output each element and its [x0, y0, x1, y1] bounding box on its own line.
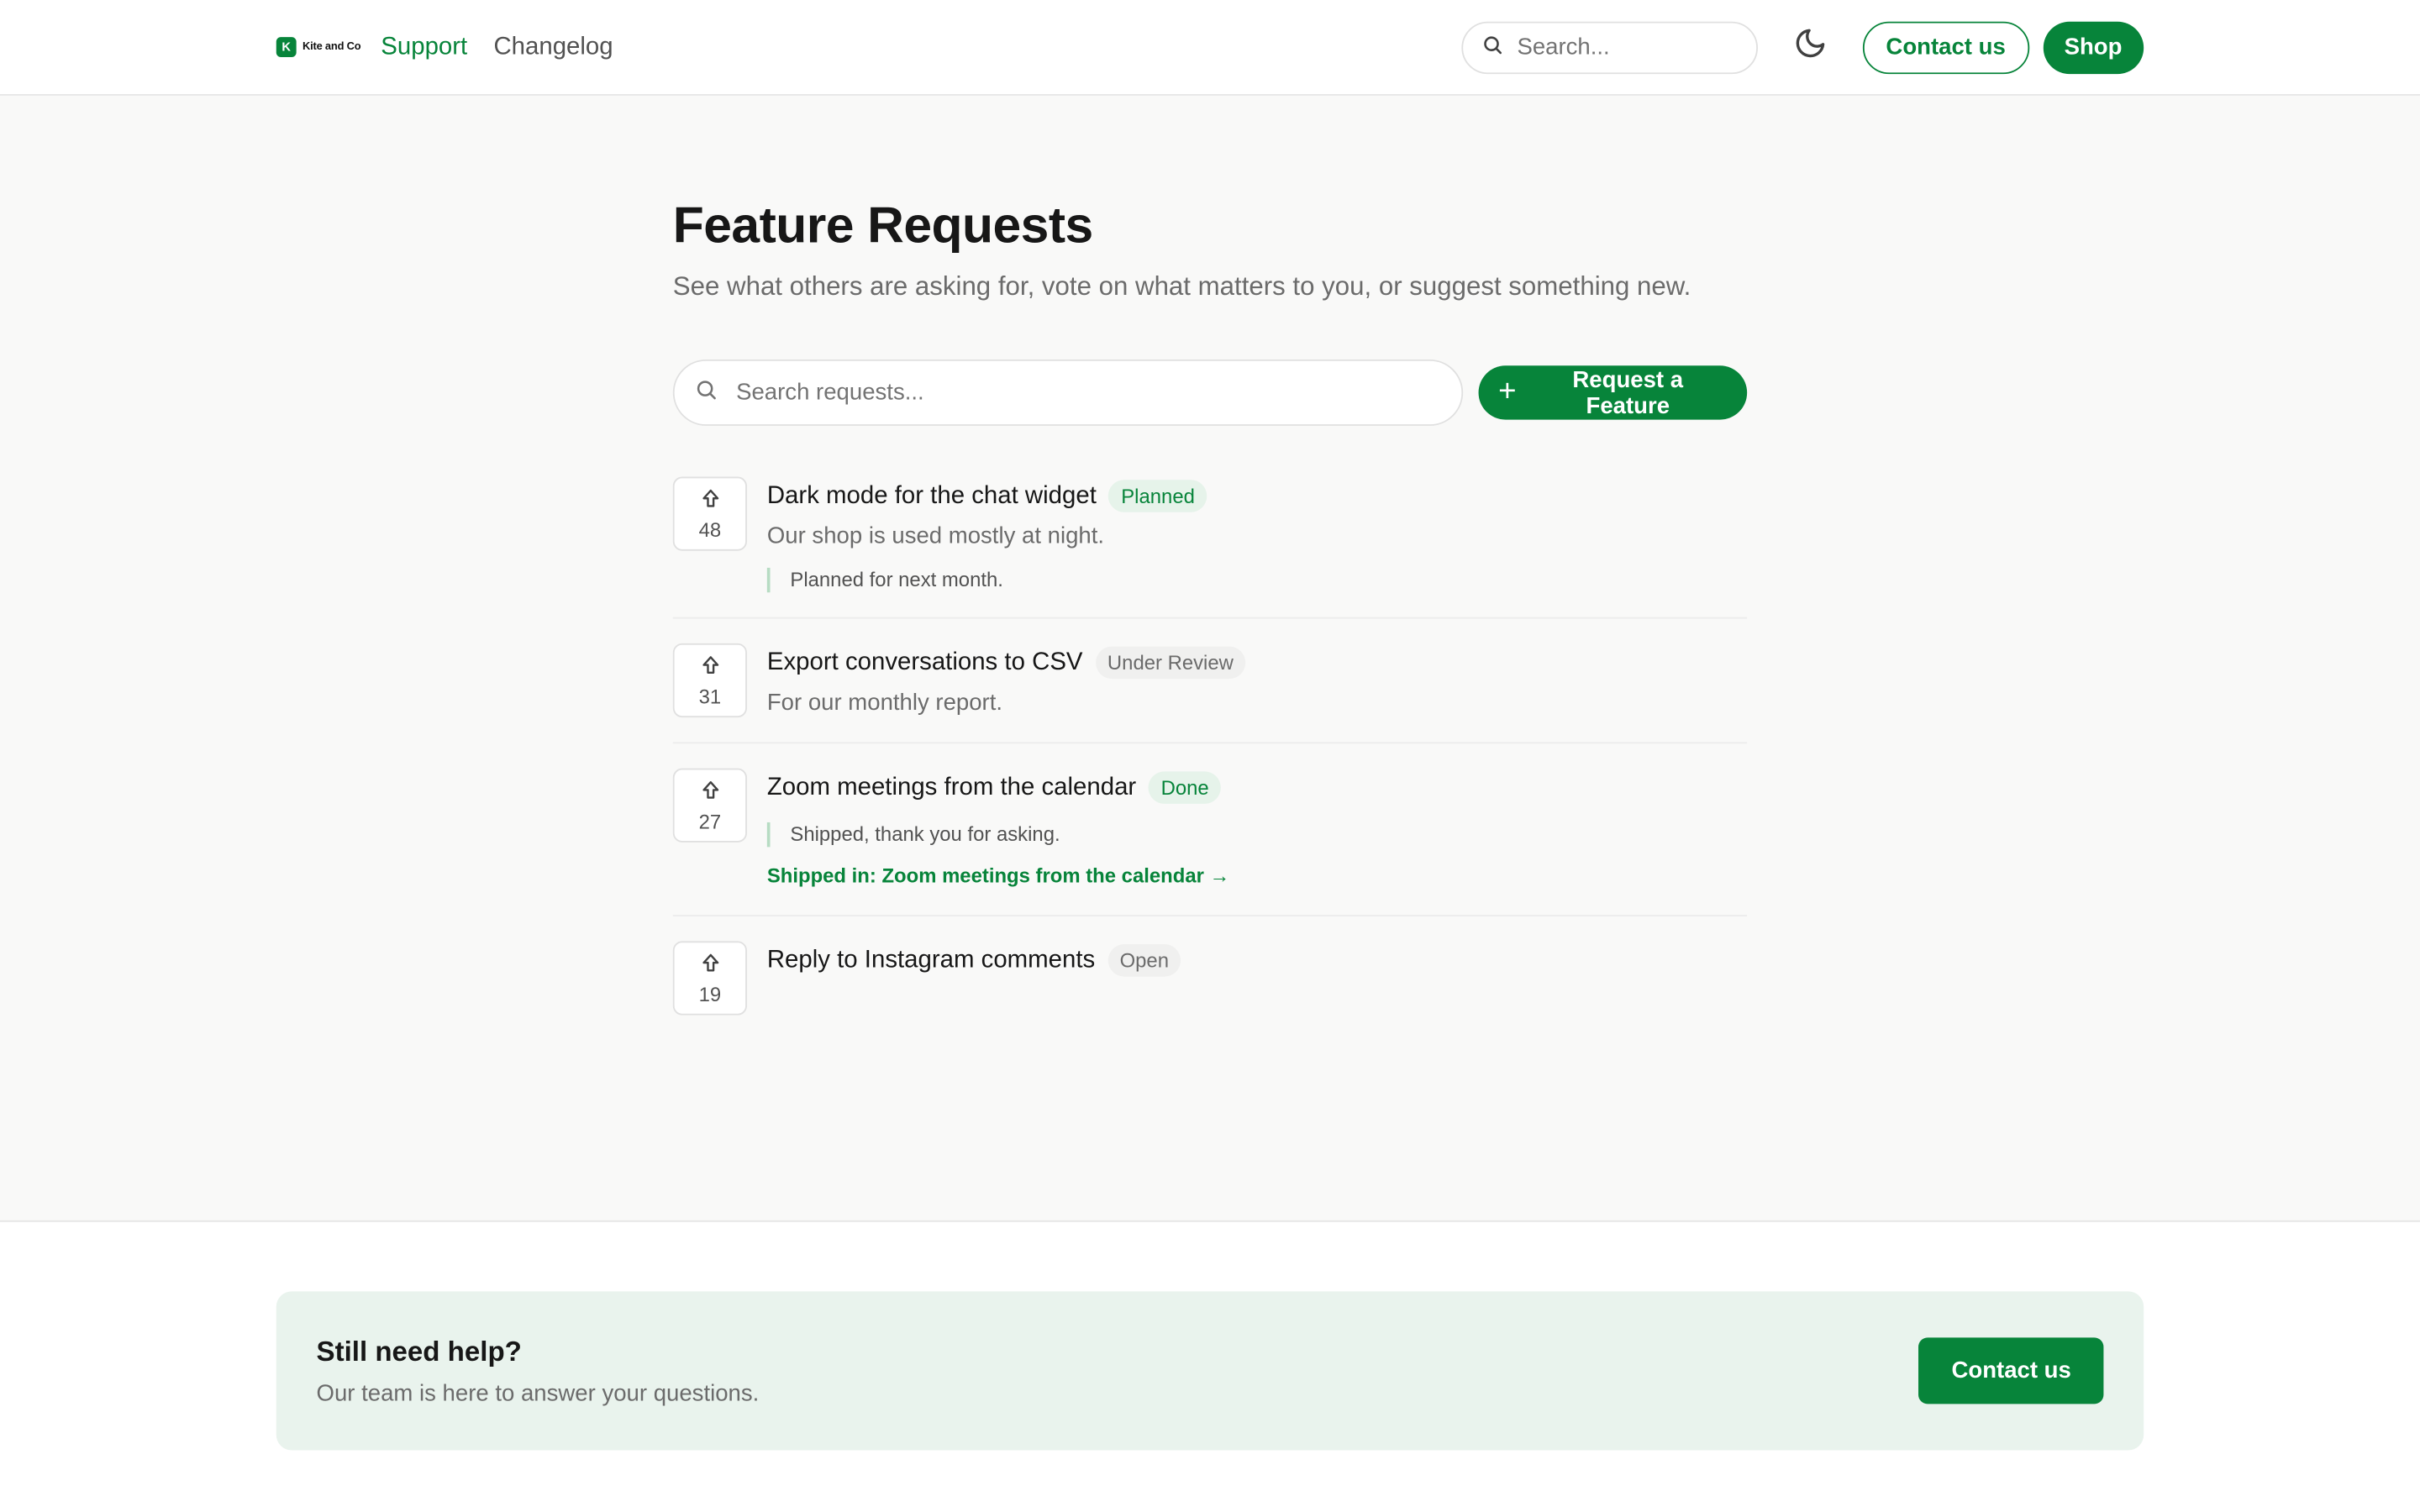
- upvote-button[interactable]: 31: [672, 643, 747, 718]
- request-title[interactable]: Reply to Instagram comments: [767, 947, 1095, 974]
- arrow-up-icon: [702, 654, 718, 681]
- arrow-up-icon: [702, 486, 718, 514]
- upvote-button[interactable]: 19: [672, 941, 747, 1016]
- request-body: Reply to Instagram comments Open: [767, 941, 1181, 1015]
- page: K Kite and Co Support Changelog Contact …: [0, 0, 2420, 1512]
- plus-icon: +: [1498, 374, 1517, 408]
- vote-count: 31: [698, 684, 722, 708]
- search-icon: [695, 377, 718, 408]
- request-body: Export conversations to CSV Under Review…: [767, 643, 1246, 717]
- team-note: Planned for next month.: [766, 567, 1207, 593]
- help-subtitle: Our team is here to answer your question…: [316, 1379, 760, 1407]
- feature-requests-section: Feature Requests See what others are ask…: [672, 192, 1748, 1065]
- request-item: 27 Zoom meetings from the calendar Done …: [672, 768, 1748, 916]
- arrow-up-icon: [702, 779, 718, 806]
- site-header: K Kite and Co Support Changelog Contact …: [0, 0, 2420, 96]
- page-subtitle: See what others are asking for, vote on …: [672, 271, 1691, 302]
- request-title[interactable]: Export conversations to CSV: [767, 648, 1083, 676]
- vote-count: 48: [698, 517, 722, 541]
- status-badge: Under Review: [1095, 646, 1246, 680]
- request-title-row: Export conversations to CSV Under Review: [767, 646, 1246, 680]
- request-feature-button[interactable]: + Request a Feature: [1478, 365, 1748, 420]
- main-content: Feature Requests See what others are ask…: [0, 95, 2420, 1222]
- shipped-in-link[interactable]: Shipped in: Zoom meetings from the calen…: [767, 864, 1230, 888]
- vote-count: 19: [698, 982, 722, 1005]
- upvote-button[interactable]: 27: [672, 768, 747, 843]
- request-body: Zoom meetings from the calendar Done Shi…: [766, 769, 1230, 890]
- moon-icon: [1793, 26, 1827, 68]
- request-title-row: Reply to Instagram comments Open: [767, 944, 1181, 977]
- nav-link-support[interactable]: Support: [381, 33, 467, 60]
- requests-list: 48 Dark mode for the chat widget Planned…: [672, 476, 1748, 1040]
- help-title: Still need help?: [316, 1335, 522, 1367]
- contact-us-button[interactable]: Contact us: [1862, 20, 2029, 74]
- page-title: Feature Requests: [672, 196, 1093, 254]
- help-contact-button[interactable]: Contact us: [1918, 1337, 2104, 1404]
- status-badge: Open: [1107, 944, 1181, 977]
- requests-toolbar: + Request a Feature: [672, 359, 1748, 426]
- header-search[interactable]: [1461, 20, 1758, 74]
- request-item: 48 Dark mode for the chat widget Planned…: [672, 476, 1748, 619]
- request-feature-label: Request a Feature: [1572, 366, 1684, 419]
- requests-search-input[interactable]: [736, 379, 1462, 407]
- logo-text: Kite and Co: [302, 41, 361, 53]
- theme-toggle-button[interactable]: [1791, 29, 1828, 66]
- header-inner: K Kite and Co Support Changelog Contact …: [276, 0, 2144, 94]
- upvote-button[interactable]: 48: [672, 476, 747, 551]
- requests-search[interactable]: [672, 359, 1463, 426]
- request-title[interactable]: Zoom meetings from the calendar: [767, 774, 1136, 801]
- request-title[interactable]: Dark mode for the chat widget: [767, 482, 1097, 510]
- logo-mark-icon: K: [276, 37, 297, 57]
- request-description: For our monthly report.: [766, 690, 1003, 717]
- vote-count: 27: [698, 809, 722, 832]
- team-note: Shipped, thank you for asking.: [766, 822, 1230, 848]
- help-text: Still need help? Our team is here to ans…: [317, 1336, 1919, 1406]
- nav-link-changelog[interactable]: Changelog: [493, 33, 613, 60]
- brand-logo[interactable]: K Kite and Co: [276, 37, 361, 57]
- arrow-up-icon: [702, 951, 718, 979]
- help-card: Still need help? Our team is here to ans…: [276, 1291, 2144, 1451]
- request-title-row: Zoom meetings from the calendar Done: [767, 771, 1230, 804]
- header-search-input[interactable]: [1517, 34, 1757, 60]
- status-badge: Planned: [1108, 480, 1207, 512]
- shop-button[interactable]: Shop: [2042, 20, 2144, 74]
- request-item: 31 Export conversations to CSV Under Rev…: [672, 643, 1748, 744]
- request-item: 19 Reply to Instagram comments Open: [672, 941, 1747, 1040]
- status-badge: Done: [1148, 771, 1222, 804]
- request-description: Our shop is used mostly at night.: [766, 522, 1105, 549]
- request-body: Dark mode for the chat widget Planned Ou…: [766, 477, 1207, 593]
- request-title-row: Dark mode for the chat widget Planned: [767, 480, 1207, 512]
- search-icon: [1481, 33, 1503, 60]
